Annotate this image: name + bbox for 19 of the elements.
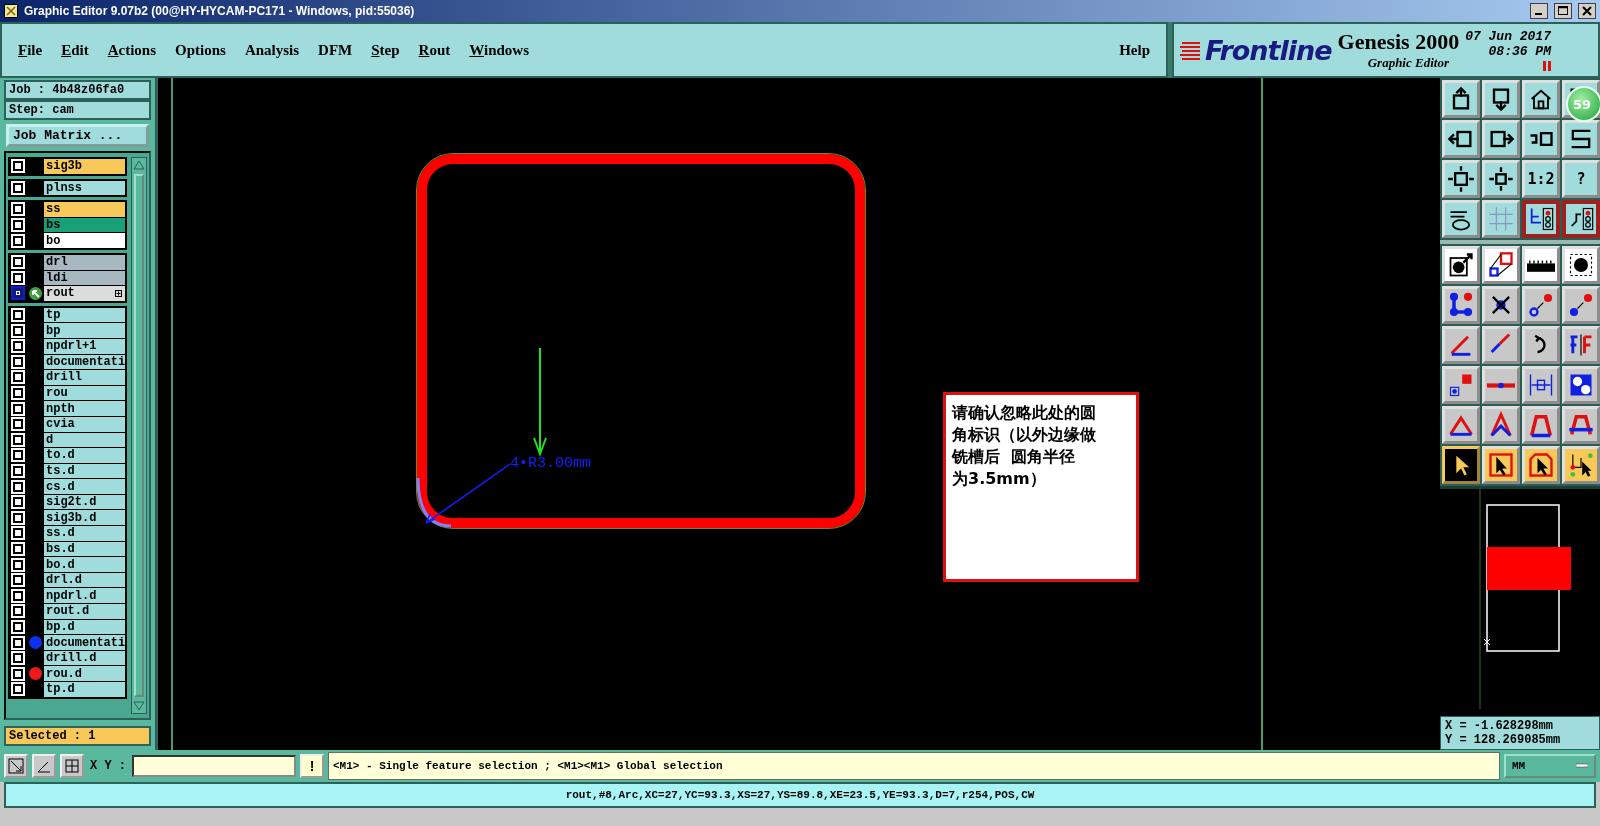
dimension-label: 4•R3.00mm [510, 455, 591, 472]
message-text: <M1> - Single feature selection ; <M1><M1> Global selection [328, 752, 1500, 780]
note-line: 角标识（以外边缘做 [952, 424, 1096, 446]
product-subtitle: Graphic Editor [1367, 55, 1449, 71]
logo-text: Frontline [1205, 34, 1332, 66]
window-title: Graphic Editor 9.07b2 (00@HY-HYCAM-PC171 - Windows, pid:55036) [24, 4, 416, 18]
step-label: Step: cam [4, 100, 151, 120]
xy-label: X Y : [90, 759, 126, 773]
job-label: Job : 4b48z06fa0 [4, 80, 151, 100]
x-coordinate: X = -1.628298mm [1445, 719, 1555, 733]
note-line: 铣槽后 圆角半径 [952, 446, 1076, 468]
time-text: 08:36 PM [1488, 44, 1551, 59]
product-name: Genesis 2000 [1337, 29, 1460, 55]
note-line: 为3.5mm） [952, 468, 1046, 490]
selected-count: Selected : 1 [4, 726, 151, 746]
status-text: rout,#8,Arc,XC=27,YC=93.3,XS=27,YS=89.8,XE=23.5,YE=93.3,D=7,r254,POS,CW [4, 782, 1596, 808]
note-line: 请确认忽略此处的圆 [952, 402, 1096, 424]
y-coordinate: Y = 128.269085mm [1445, 733, 1562, 747]
date-text: 07 Jun 2017 [1465, 29, 1551, 44]
